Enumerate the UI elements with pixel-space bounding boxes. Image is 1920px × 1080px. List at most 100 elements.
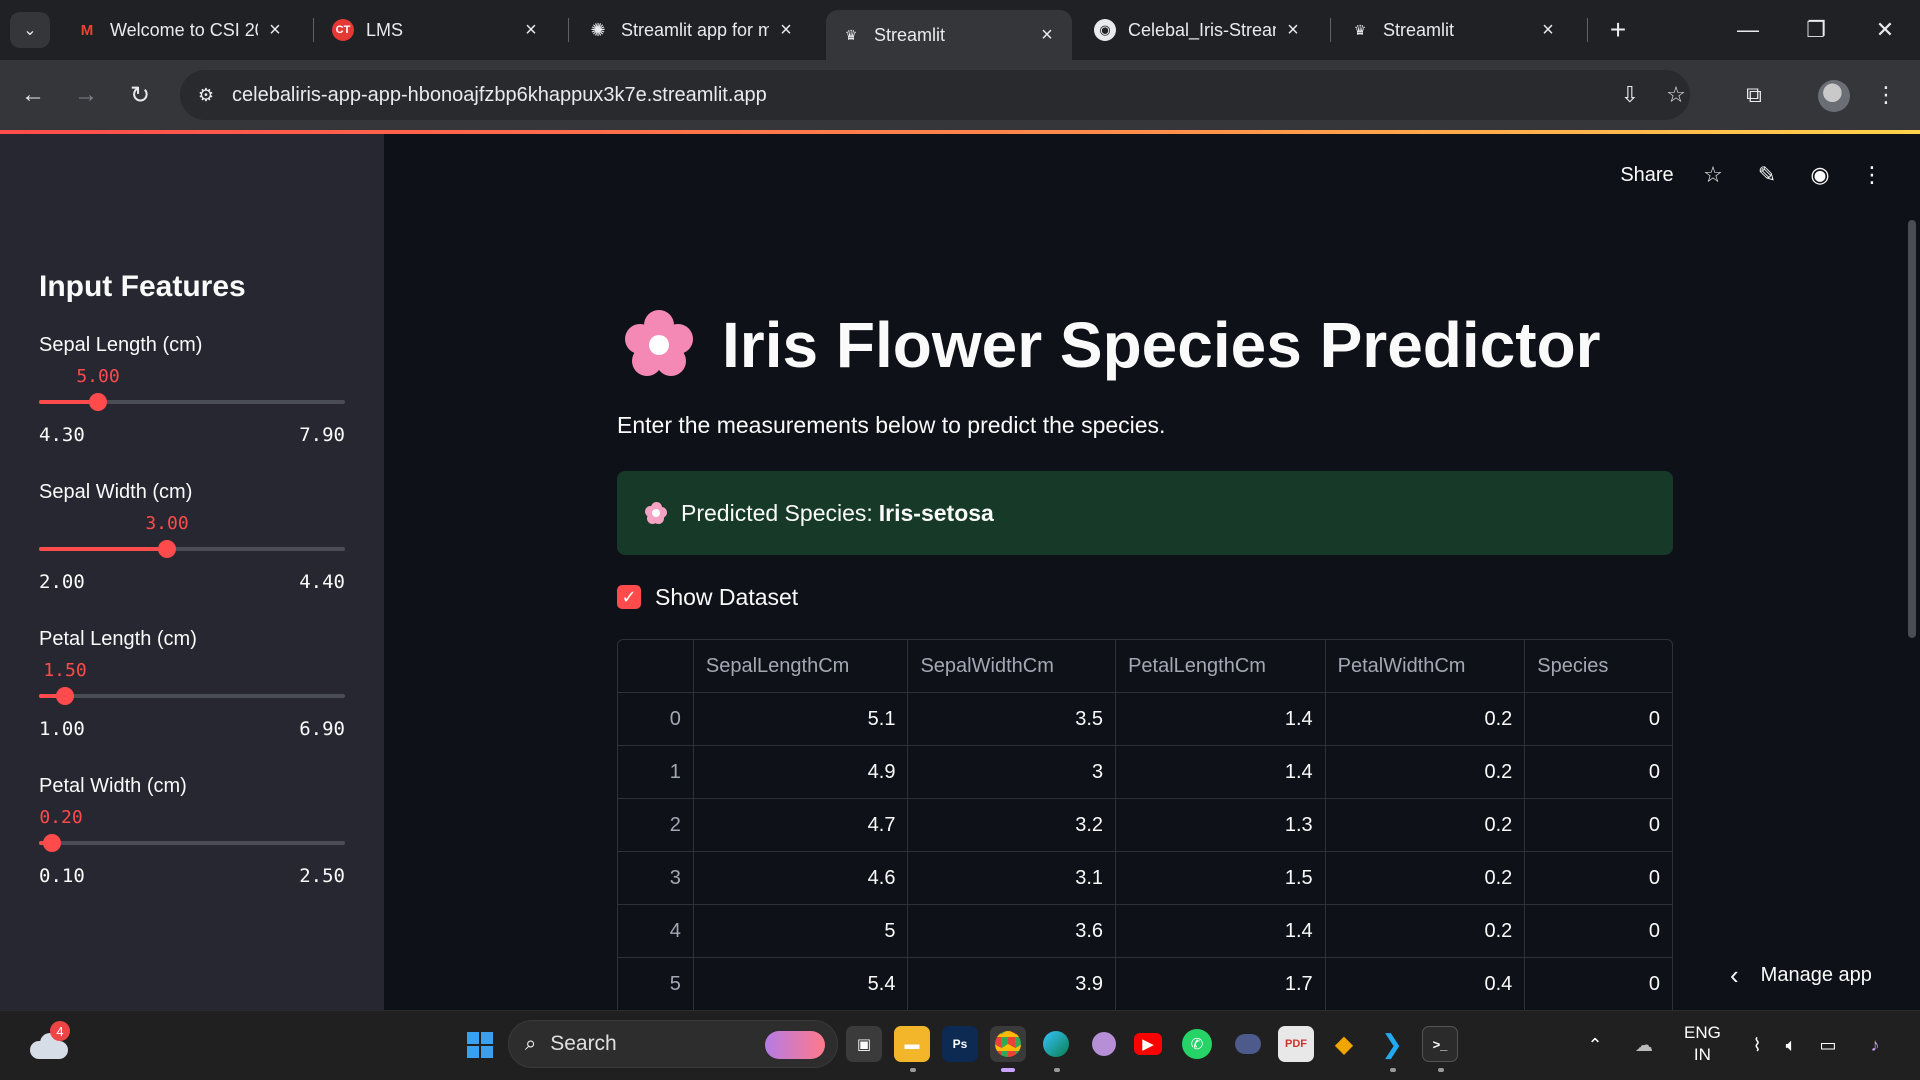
table-cell[interactable]: 3.1	[908, 852, 1117, 904]
close-icon[interactable]: ×	[1537, 19, 1559, 42]
table-cell[interactable]: 0.4	[1326, 958, 1526, 1010]
menu-kebab-icon[interactable]: ⋮	[1868, 77, 1904, 113]
table-cell[interactable]: 3.5	[908, 693, 1117, 745]
table-cell[interactable]: 0	[1525, 852, 1672, 904]
table-header-cell[interactable]: Species	[1525, 640, 1672, 692]
vscode-icon[interactable]: ❯	[1374, 1026, 1410, 1062]
slider-thumb[interactable]	[158, 540, 176, 558]
youtube-icon[interactable]: ▶	[1134, 1033, 1162, 1055]
share-button[interactable]: Share	[1612, 160, 1682, 190]
table-cell[interactable]: 0	[1525, 693, 1672, 745]
table-cell[interactable]: 0	[1525, 746, 1672, 798]
table-cell[interactable]: 5.4	[694, 958, 909, 1010]
reload-button[interactable]: ↻	[122, 77, 158, 113]
notification-bell-icon[interactable]: ♪	[1862, 1030, 1888, 1060]
close-icon[interactable]: ×	[520, 19, 542, 42]
table-cell[interactable]: 1.3	[1116, 799, 1326, 851]
windows-start-icon[interactable]	[467, 1032, 493, 1058]
table-cell[interactable]: 3	[908, 746, 1117, 798]
address-bar[interactable]: ⚙ celebaliris-app-app-hbonoajfzbp6khappu…	[180, 70, 1690, 120]
minimize-button[interactable]: —	[1725, 8, 1771, 52]
table-cell[interactable]: 0	[1525, 905, 1672, 957]
close-icon[interactable]: ×	[775, 19, 797, 42]
taskbar-search[interactable]: ⌕ Search	[508, 1020, 838, 1068]
main-scrollbar[interactable]	[1908, 220, 1916, 638]
slider-thumb[interactable]	[43, 834, 61, 852]
table-cell[interactable]: 5.1	[694, 693, 909, 745]
browser-tab[interactable]: M Welcome to CSI 20 ×	[62, 10, 300, 50]
table-cell[interactable]: 3.6	[908, 905, 1117, 957]
slider-sepal-width[interactable]: Sepal Width (cm) 3.00 2.00 4.40	[39, 481, 345, 593]
slider-thumb[interactable]	[89, 393, 107, 411]
show-dataset-checkbox-row[interactable]: ✓ Show Dataset	[617, 582, 798, 612]
volume-icon[interactable]: 🔈︎	[1778, 1030, 1804, 1060]
slider-track[interactable]	[39, 687, 345, 705]
browser-tab[interactable]: CT LMS ×	[318, 10, 556, 50]
restore-button[interactable]: ❐	[1793, 8, 1839, 52]
slider-sepal-length[interactable]: Sepal Length (cm) 5.00 4.30 7.90	[39, 334, 345, 446]
install-app-icon[interactable]: ⇩	[1610, 70, 1650, 120]
slider-track[interactable]	[39, 834, 345, 852]
table-cell[interactable]: 0.2	[1326, 852, 1526, 904]
whatsapp-icon[interactable]: ✆	[1182, 1029, 1212, 1059]
table-cell[interactable]: 3.2	[908, 799, 1117, 851]
slider-track[interactable]	[39, 393, 345, 411]
profile-avatar[interactable]	[1818, 80, 1850, 112]
site-info-icon[interactable]: ⚙	[180, 70, 232, 120]
close-icon[interactable]: ×	[264, 19, 286, 42]
url-text[interactable]: celebaliris-app-app-hbonoajfzbp6khappux3…	[232, 84, 767, 107]
github-icon[interactable]: ◉	[1805, 160, 1835, 190]
table-cell[interactable]: 3.9	[908, 958, 1117, 1010]
close-icon[interactable]: ×	[1282, 19, 1304, 42]
dataset-table[interactable]: SepalLengthCm SepalWidthCm PetalLengthCm…	[617, 639, 1673, 1010]
table-cell[interactable]: 0	[1525, 799, 1672, 851]
task-view-icon[interactable]: ▣	[846, 1026, 882, 1062]
table-cell[interactable]: 4.6	[694, 852, 909, 904]
table-cell[interactable]: 0.2	[1326, 746, 1526, 798]
table-header-cell[interactable]: SepalLengthCm	[694, 640, 909, 692]
manage-app-button[interactable]: ‹ Manage app	[1730, 960, 1872, 990]
chrome-icon[interactable]	[990, 1026, 1026, 1062]
table-cell[interactable]: 0.2	[1326, 693, 1526, 745]
slider-thumb[interactable]	[56, 687, 74, 705]
table-cell[interactable]: 4.7	[694, 799, 909, 851]
table-cell[interactable]: 0	[1525, 958, 1672, 1010]
table-cell[interactable]: 1.7	[1116, 958, 1326, 1010]
show-dataset-checkbox[interactable]: ✓	[617, 585, 641, 609]
edge-icon[interactable]	[1038, 1026, 1074, 1062]
terminal-icon[interactable]: >_	[1422, 1026, 1458, 1062]
table-cell[interactable]: 0.2	[1326, 905, 1526, 957]
slider-petal-width[interactable]: Petal Width (cm) 0.20 0.10 2.50	[39, 775, 345, 887]
profile-app-icon[interactable]	[1086, 1026, 1122, 1062]
show-dataset-label[interactable]: Show Dataset	[655, 584, 798, 611]
slider-petal-length[interactable]: Petal Length (cm) 1.50 1.00 6.90	[39, 628, 345, 740]
new-tab-button[interactable]: +	[1600, 12, 1636, 48]
file-explorer-icon[interactable]: ▬	[894, 1026, 930, 1062]
photoshop-icon[interactable]: Ps	[942, 1026, 978, 1062]
table-cell[interactable]: 1.4	[1116, 746, 1326, 798]
table-cell[interactable]: 5	[694, 905, 909, 957]
close-window-button[interactable]: ✕	[1862, 8, 1908, 52]
language-indicator[interactable]: ENG IN	[1684, 1022, 1721, 1066]
browser-tab[interactable]: ◉ Celebal_Iris-Stream ×	[1080, 10, 1318, 50]
table-cell[interactable]: 1.5	[1116, 852, 1326, 904]
git-app-icon[interactable]: ◆	[1326, 1026, 1362, 1062]
close-icon[interactable]: ×	[1036, 24, 1058, 47]
edit-pencil-icon[interactable]: ✎	[1752, 160, 1782, 190]
table-cell[interactable]: 1.4	[1116, 905, 1326, 957]
browser-tab[interactable]: ✺ Streamlit app for m ×	[573, 10, 811, 50]
pdf-app-icon[interactable]: PDF	[1278, 1026, 1314, 1062]
table-header-cell[interactable]: PetalLengthCm	[1116, 640, 1326, 692]
browser-tab[interactable]: ♛ Streamlit ×	[1335, 10, 1573, 50]
forward-button[interactable]: →	[68, 77, 104, 113]
star-icon[interactable]: ☆	[1698, 160, 1728, 190]
battery-icon[interactable]: ▭	[1814, 1030, 1842, 1060]
chevron-up-icon[interactable]: ⌃	[1582, 1030, 1608, 1060]
browser-tab-active[interactable]: ♛ Streamlit ×	[826, 10, 1072, 60]
menu-kebab-icon[interactable]: ⋮	[1857, 160, 1887, 190]
extensions-icon[interactable]: ⧉	[1736, 77, 1772, 113]
tab-search-button[interactable]: ⌄	[10, 12, 50, 48]
slider-track[interactable]	[39, 540, 345, 558]
wifi-icon[interactable]: ⌇	[1744, 1030, 1770, 1060]
bookmark-star-icon[interactable]: ☆	[1656, 70, 1696, 120]
